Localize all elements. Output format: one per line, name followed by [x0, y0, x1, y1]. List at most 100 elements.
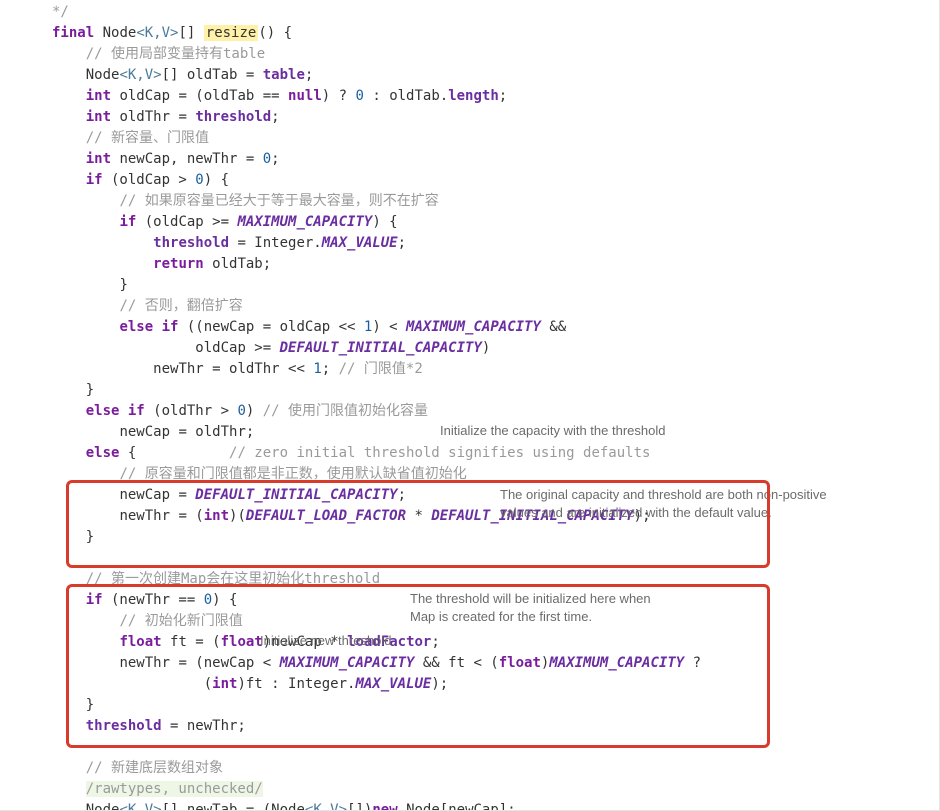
const-max-value: MAX_VALUE	[355, 676, 431, 692]
num-zero: 0	[204, 592, 212, 608]
generics: <K,V>	[305, 802, 347, 811]
kw-else: else	[86, 445, 120, 461]
type-node: Node	[86, 67, 120, 83]
comment-new-arr: // 新建底层数组对象	[86, 760, 223, 776]
num-one: 1	[313, 361, 321, 377]
text: && ft < (	[414, 655, 498, 671]
comment-use-threshold: // 使用门限值初始化容量	[263, 403, 428, 419]
kw-float: float	[119, 634, 161, 650]
const-default-load: DEFAULT_LOAD_FACTOR	[246, 508, 406, 524]
text: ;	[322, 361, 339, 377]
kw-final: final	[52, 25, 94, 41]
semi: ;	[271, 109, 279, 125]
text: *	[406, 508, 431, 524]
comment-zero-initial: // zero initial threshold signifies usin…	[229, 445, 650, 461]
text: [] newTab = (Node	[162, 802, 305, 811]
comment-end: */	[52, 4, 69, 20]
field-threshold: threshold	[195, 109, 271, 125]
text: (oldThr >	[145, 403, 238, 419]
brace: }	[119, 277, 127, 293]
arr: []	[178, 25, 195, 41]
sig-paren: () {	[258, 25, 292, 41]
text: Node[newCap];	[398, 802, 516, 811]
kw-if: if	[119, 214, 136, 230]
text: ) <	[372, 319, 406, 335]
semi: ;	[305, 67, 313, 83]
const-default-initial: DEFAULT_INITIAL_CAPACITY	[195, 487, 397, 503]
text: newCap = oldThr;	[119, 424, 254, 440]
text: (	[119, 676, 212, 692]
kw-int: int	[212, 676, 237, 692]
kw-int: int	[86, 109, 111, 125]
annotation-nonpositive-a: The original capacity and threshold are …	[500, 486, 827, 503]
text: )	[482, 340, 490, 356]
text: )ft : Integer.	[237, 676, 355, 692]
semi: ;	[398, 487, 406, 503]
text: = newThr;	[162, 718, 246, 734]
code-block: */ final Node<K,V>[] resize() { // 使用局部变…	[0, 2, 939, 811]
field-threshold: threshold	[86, 718, 162, 734]
kw-float: float	[499, 655, 541, 671]
comment-else: // 否则，翻倍扩容	[119, 298, 242, 314]
suppress: /rawtypes, unchecked/	[86, 781, 263, 797]
text: {	[119, 445, 229, 461]
kw-elseif: else if	[119, 319, 178, 335]
text: (newThr ==	[103, 592, 204, 608]
comment-defaults: // 原容量和门限值都是非正数，使用默认缺省值初始化	[119, 466, 466, 482]
num-zero: 0	[195, 172, 203, 188]
const-max-capacity: MAXIMUM_CAPACITY	[237, 214, 372, 230]
annotation-nonpositive-b: values and are initialized with the defa…	[500, 504, 772, 521]
text: );	[431, 676, 448, 692]
const-default-initial: DEFAULT_INITIAL_CAPACITY	[280, 340, 482, 356]
semi: ;	[398, 235, 406, 251]
const-max-capacity: MAXIMUM_CAPACITY	[280, 655, 415, 671]
text: oldTab;	[204, 256, 271, 272]
semi: ;	[499, 88, 507, 104]
field-table: table	[263, 67, 305, 83]
semi: ;	[431, 634, 439, 650]
comment-newcap: // 新容量、门限值	[86, 130, 209, 146]
kw-elseif: else if	[86, 403, 145, 419]
kw-int: int	[86, 88, 111, 104]
generics: <K,V>	[119, 802, 161, 811]
num-zero: 0	[355, 88, 363, 104]
text: newThr = (newCap <	[119, 655, 279, 671]
comment-first-map: // 第一次创建Map会在这里初始化threshold	[86, 571, 380, 587]
comment-double: // 门限值*2	[339, 361, 423, 377]
method-resize: resize	[204, 25, 259, 41]
brace: }	[86, 697, 94, 713]
comment-use-table: // 使用局部变量持有table	[86, 46, 265, 62]
text: ) {	[212, 592, 237, 608]
kw-return: return	[153, 256, 204, 272]
text: )	[246, 403, 263, 419]
text: newCap, newThr =	[111, 151, 263, 167]
text: &&	[541, 319, 566, 335]
text: oldThr =	[111, 109, 195, 125]
annotation-first-map-b: Map is created for the first time.	[410, 608, 592, 625]
kw-float: float	[221, 634, 263, 650]
kw-int: int	[204, 508, 229, 524]
const-max-value: MAX_VALUE	[322, 235, 398, 251]
annotation-init-capacity: Initialize the capacity with the thresho…	[440, 422, 665, 439]
text: newThr = (	[119, 508, 203, 524]
type-node: Node	[86, 802, 120, 811]
field-length: length	[448, 88, 499, 104]
text: [] oldTab =	[162, 67, 263, 83]
text: ?	[684, 655, 701, 671]
const-max-capacity: MAXIMUM_CAPACITY	[406, 319, 541, 335]
text: (oldCap >	[103, 172, 196, 188]
text: newCap =	[119, 487, 195, 503]
kw-new: new	[372, 802, 397, 811]
semi: ;	[271, 151, 279, 167]
kw-if: if	[86, 592, 103, 608]
text: (oldCap >=	[136, 214, 237, 230]
comment-new-thr: // 初始化新门限值	[119, 613, 242, 629]
code-screenshot: */ final Node<K,V>[] resize() { // 使用局部变…	[0, 0, 940, 811]
type-node: Node	[103, 25, 137, 41]
num-zero: 0	[237, 403, 245, 419]
text: )(	[229, 508, 246, 524]
text: oldCap = (oldTab ==	[111, 88, 288, 104]
text: oldCap >=	[119, 340, 279, 356]
comment-maxcap: // 如果原容量已经大于等于最大容量，则不在扩容	[119, 193, 438, 209]
brace: }	[86, 529, 94, 545]
